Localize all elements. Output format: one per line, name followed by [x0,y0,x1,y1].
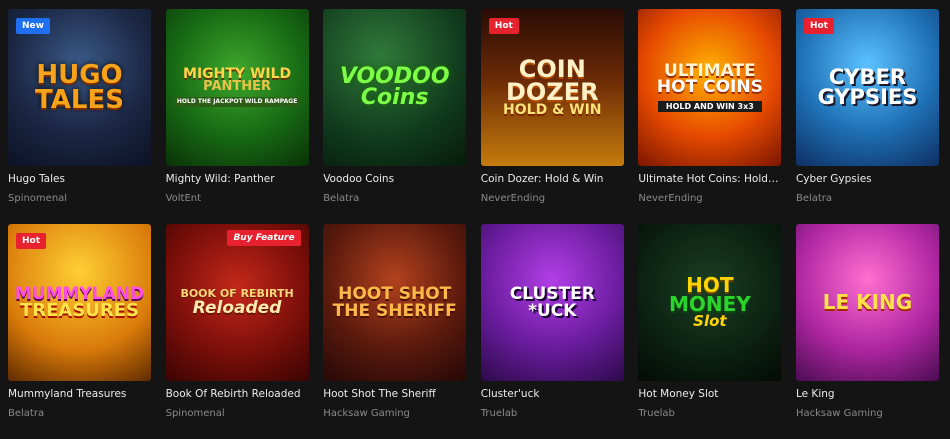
game-title[interactable]: Coin Dozer: Hold & Win [481,173,624,185]
game-logo-subtitle: HOLD THE JACKPOT WILD RAMPAGE [174,97,300,108]
game-logo: LE KING [822,290,913,314]
game-card[interactable]: ULTIMATE HOT COINS HOLD AND WIN 3x3 Ulti… [638,9,782,224]
game-logo-line2: THE SHERIFF [332,300,457,321]
game-provider[interactable]: NeverEnding [481,193,624,204]
game-badge: Hot [803,18,834,34]
game-logo-line1: HUGO [36,59,123,90]
game-logo-line2: *UCK [528,300,577,321]
game-card[interactable]: HOT MONEY Slot Hot Money Slot Truelab [638,224,782,439]
game-badge: Buy Feature [227,230,301,246]
game-title[interactable]: Le King [796,388,939,400]
game-title[interactable]: Mummyland Treasures [8,388,151,400]
game-badge: New [16,18,50,34]
game-card[interactable]: HOOT SHOT THE SHERIFF Hoot Shot The Sher… [323,224,467,439]
game-card[interactable]: New HUGO TALES Hugo Tales Spinomenal [8,9,151,224]
game-title[interactable]: Book Of Rebirth Reloaded [166,388,309,400]
game-title[interactable]: Voodoo Coins [323,173,466,185]
game-title[interactable]: Cyber Gypsies [796,173,939,185]
game-thumbnail[interactable]: Hot COIN DOZER HOLD & WIN [480,9,624,166]
game-logo: MIGHTY WILD PANTHER HOLD THE JACKPOT WIL… [174,67,300,108]
game-card[interactable]: Hot MUMMYLAND TREASURES Mummyland Treasu… [8,224,151,439]
game-thumbnail[interactable]: Buy Feature BOOK OF REBIRTH Reloaded [165,224,309,381]
game-card[interactable]: CLUSTER *UCK Cluster'uck Truelab [480,224,624,439]
game-thumbnail[interactable]: LE KING [795,224,939,381]
game-card[interactable]: LE KING Le King Hacksaw Gaming [795,224,939,439]
game-badge: Hot [16,233,47,249]
game-title[interactable]: Mighty Wild: Panther [166,173,309,185]
game-card[interactable]: MIGHTY WILD PANTHER HOLD THE JACKPOT WIL… [165,9,309,224]
game-logo-line2: Coins [360,84,429,110]
game-logo: HUGO TALES [35,59,124,115]
game-badge: Hot [488,18,519,34]
game-provider[interactable]: NeverEnding [638,193,781,204]
game-logo-line2: GYPSIES [817,84,918,109]
game-card[interactable]: Hot COIN DOZER HOLD & WIN Coin Dozer: Ho… [480,9,624,224]
game-logo-line2: HOLD & WIN [503,101,602,118]
game-thumbnail[interactable]: VOODOO Coins [323,9,467,166]
game-title[interactable]: Hugo Tales [8,173,151,185]
game-logo: CLUSTER *UCK [510,286,595,321]
game-thumbnail[interactable]: New HUGO TALES [8,9,151,166]
game-grid: New HUGO TALES Hugo Tales Spinomenal MIG… [0,0,950,439]
game-provider[interactable]: Truelab [638,408,781,419]
game-logo-line1: LE KING [822,290,913,314]
game-provider[interactable]: Hacksaw Gaming [796,408,939,419]
game-provider[interactable]: Truelab [481,408,624,419]
game-title[interactable]: Cluster'uck [481,388,624,400]
game-logo-line2: TALES [35,84,124,115]
game-logo-subtitle: Slot [693,312,727,331]
game-card[interactable]: Buy Feature BOOK OF REBIRTH Reloaded Boo… [165,224,309,439]
game-provider[interactable]: Hacksaw Gaming [323,408,466,419]
game-card[interactable]: VOODOO Coins Voodoo Coins Belatra [323,9,467,224]
game-logo: BOOK OF REBIRTH Reloaded [180,288,293,318]
game-logo: HOOT SHOT THE SHERIFF [332,286,457,321]
game-provider[interactable]: Belatra [323,193,466,204]
game-logo-line2: Reloaded [192,297,282,318]
game-logo-line1: COIN DOZER [505,55,599,106]
game-title[interactable]: Hot Money Slot [638,388,781,400]
game-thumbnail[interactable]: Hot MUMMYLAND TREASURES [8,224,151,381]
game-logo: CYBER GYPSIES [817,66,918,109]
game-title[interactable]: Hoot Shot The Sheriff [323,388,466,400]
game-provider[interactable]: VoltEnt [166,193,309,204]
game-thumbnail[interactable]: ULTIMATE HOT COINS HOLD AND WIN 3x3 [638,9,782,166]
game-card[interactable]: Hot CYBER GYPSIES Cyber Gypsies Belatra [795,9,939,224]
game-thumbnail[interactable]: MIGHTY WILD PANTHER HOLD THE JACKPOT WIL… [165,9,309,166]
game-provider[interactable]: Belatra [796,193,939,204]
game-thumbnail[interactable]: Hot CYBER GYPSIES [795,9,939,166]
game-logo: VOODOO Coins [340,65,450,110]
game-logo: ULTIMATE HOT COINS HOLD AND WIN 3x3 [656,62,763,113]
game-logo-line2: HOT COINS [656,76,763,97]
game-logo-line2: PANTHER [203,79,272,95]
game-thumbnail[interactable]: HOT MONEY Slot [638,224,782,381]
game-logo: COIN DOZER HOLD & WIN [481,55,624,118]
game-thumbnail[interactable]: HOOT SHOT THE SHERIFF [323,224,467,381]
game-provider[interactable]: Spinomenal [8,193,151,204]
game-thumbnail[interactable]: CLUSTER *UCK [480,224,624,381]
game-title[interactable]: Ultimate Hot Coins: Hold & Win [638,173,781,185]
game-logo-subtitle: HOLD AND WIN 3x3 [657,100,762,113]
game-provider[interactable]: Spinomenal [166,408,309,419]
game-logo: MUMMYLAND TREASURES [15,285,144,322]
game-logo: HOT MONEY Slot [669,275,751,331]
game-logo-line2: TREASURES [19,300,140,322]
game-provider[interactable]: Belatra [8,408,151,419]
